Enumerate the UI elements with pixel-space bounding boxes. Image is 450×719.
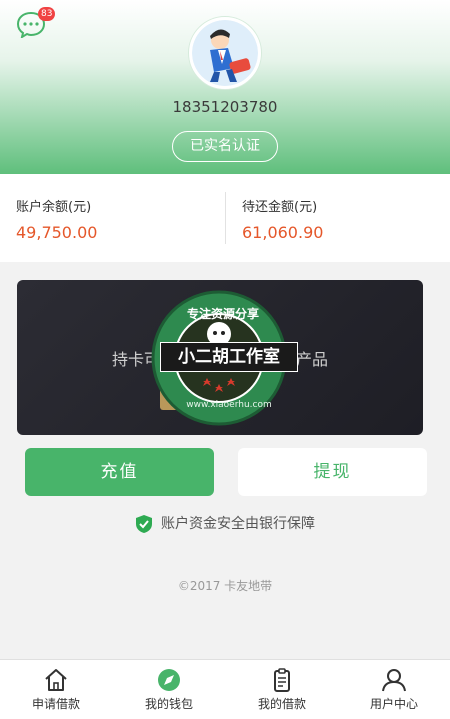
shield-check-icon <box>136 515 152 533</box>
tab-apply-loan[interactable]: 申请借款 <box>0 660 112 719</box>
tab-label: 用户中心 <box>369 697 418 711</box>
bottom-tab-bar: 申请借款 我的钱包 我的借款 用户中心 <box>0 659 450 719</box>
safety-text: 账户资金安全由银行保障 <box>161 516 315 532</box>
profile-header: 83 18351203780 已实名认证 <box>0 0 450 174</box>
watermark-url: www.xiaoerhu.com <box>186 400 272 410</box>
tab-label: 我的钱包 <box>144 697 193 711</box>
tab-my-wallet[interactable]: 我的钱包 <box>113 660 225 719</box>
compass-icon <box>158 669 180 691</box>
phone-number: 18351203780 <box>172 98 278 116</box>
tab-label: 我的借款 <box>257 697 306 711</box>
account-balance-value: 49,750.00 <box>16 223 98 242</box>
promo-banner[interactable]: 荐卡 持卡可产品 专注资源分享 小二胡工作室 www.xiaoerhu.com <box>17 280 423 435</box>
house-icon <box>45 669 67 691</box>
watermark-name: 小二胡工作室 <box>160 342 298 372</box>
amount-due[interactable]: 待还金额(元) 61,060.90 <box>242 196 323 242</box>
clipboard-icon <box>274 668 290 692</box>
user-icon <box>382 669 406 692</box>
balance-divider <box>225 192 226 244</box>
message-badge: 83 <box>38 7 56 21</box>
tab-my-loans[interactable]: 我的借款 <box>226 660 338 719</box>
amount-due-label: 待还金额(元) <box>242 200 318 215</box>
tab-user-center[interactable]: 用户中心 <box>338 660 450 719</box>
recharge-button[interactable]: 充值 <box>25 448 214 496</box>
copyright-text: ©2017 卡友地带 <box>177 579 273 593</box>
avatar-illustration-icon <box>192 20 258 86</box>
balance-panel: 账户余额(元) 49,750.00 待还金额(元) 61,060.90 <box>0 174 450 262</box>
watermark-slogan: 专注资源分享 <box>186 307 259 321</box>
safety-notice: 账户资金安全由银行保障 <box>0 513 450 534</box>
account-balance[interactable]: 账户余额(元) 49,750.00 <box>16 196 97 242</box>
withdraw-button[interactable]: 提现 <box>238 448 427 496</box>
banner-subtitle-tail: 产品 <box>296 350 329 369</box>
avatar[interactable] <box>189 17 261 89</box>
verified-name-button[interactable]: 已实名认证 <box>172 131 278 162</box>
amount-due-value: 61,060.90 <box>242 223 324 242</box>
tab-label: 申请借款 <box>31 697 80 711</box>
account-balance-label: 账户余额(元) <box>16 200 92 215</box>
